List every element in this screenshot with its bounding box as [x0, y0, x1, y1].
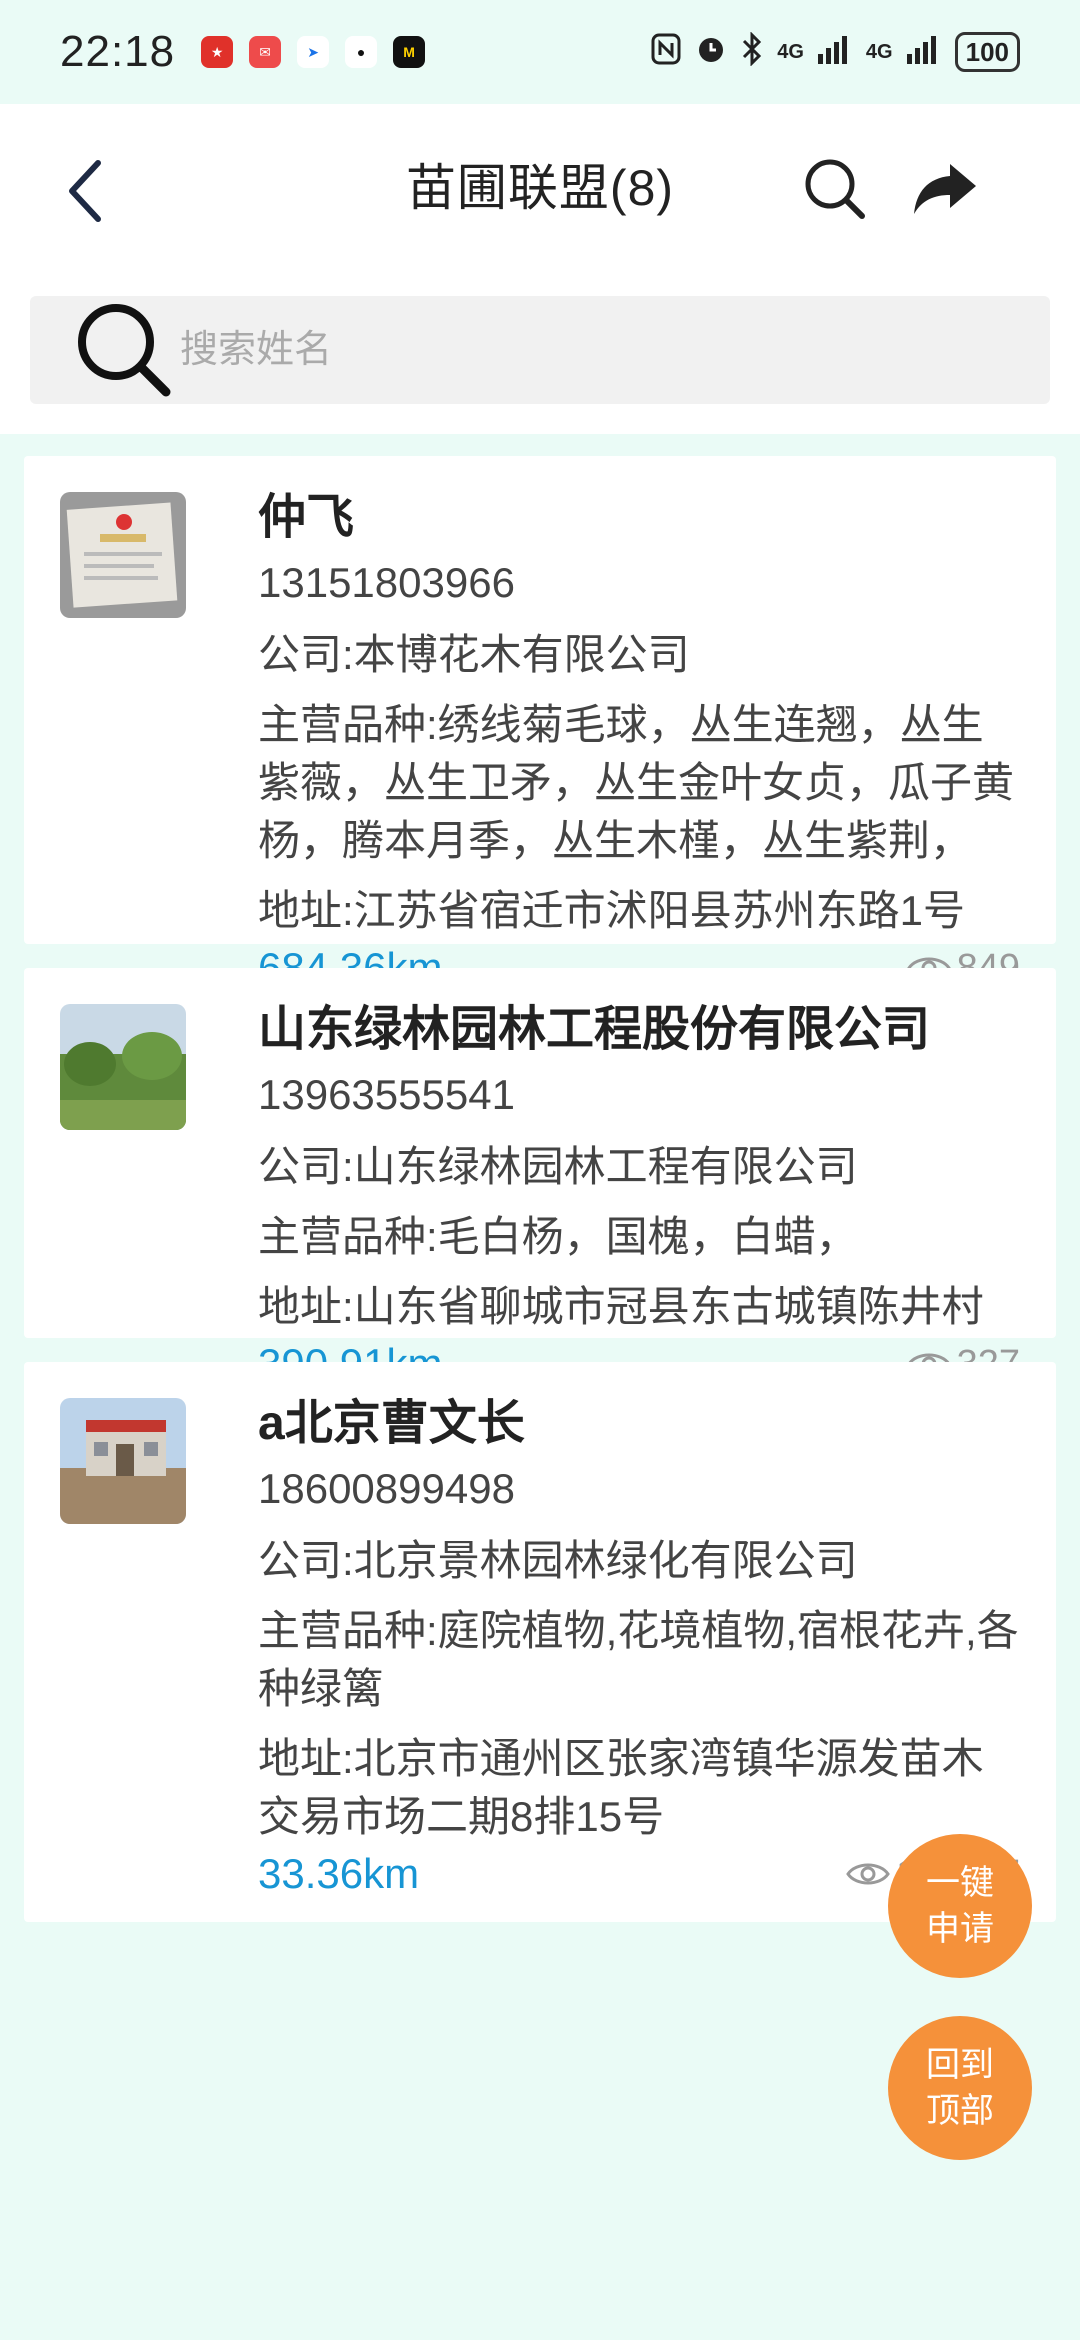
contact-name: 山东绿林园林工程股份有限公司 — [258, 1003, 931, 1056]
header: 苗圃联盟(8) — [0, 104, 1080, 434]
search-bar[interactable] — [30, 296, 1050, 404]
status-time: 22:18 — [60, 27, 176, 76]
search-icon — [805, 159, 865, 219]
list-item[interactable]: a北京曹文长 18600899498 公司:北京景林园林绿化有限公司 主营品种:… — [24, 1362, 1056, 1922]
battery-indicator: 100 — [954, 32, 1020, 72]
list-item[interactable]: 山东绿林园林工程股份有限公司 13963555541 公司:山东绿林园林工程有限… — [24, 968, 1056, 1387]
contact-name: a北京曹文长 — [258, 1397, 525, 1450]
mail-app-icon: ✉ — [249, 36, 282, 68]
main-varieties: 主营品种:庭院植物,花境植物,宿根花卉,各种绿篱 — [258, 1607, 1019, 1712]
company: 公司:山东绿林园林工程有限公司 — [258, 1143, 858, 1190]
contact-phone[interactable]: 18600899498 — [258, 1458, 1020, 1520]
apply-label-line1: 一键 — [926, 1864, 994, 1902]
distance: 33.36km — [258, 1850, 420, 1897]
address: 地址:山东省聊城市冠县东古城镇陈井村 — [258, 1283, 984, 1330]
main-varieties: 主营品种:绣线菊毛球，丛生连翘，丛生紫薇，丛生卫矛，丛生金叶女贞，瓜子黄杨，腾本… — [258, 701, 1015, 864]
eye-icon — [846, 1863, 890, 1885]
party-app-icon: ★ — [201, 36, 234, 68]
one-click-apply-button[interactable]: 一键 申请 — [888, 1834, 1032, 1978]
moji-weather-icon: M — [393, 36, 426, 68]
avatar — [60, 1398, 186, 1524]
qq-icon: ● — [345, 36, 378, 68]
list-item[interactable]: 仲飞 13151803966 公司:本博花木有限公司 主营品种:绣线菊毛球，丛生… — [24, 456, 1056, 991]
share-arrow-icon — [914, 164, 976, 214]
main-varieties: 主营品种:毛白杨，国槐，白蜡， — [258, 1213, 858, 1260]
notification-icons: ★ ✉ ➤ ● M — [201, 36, 426, 68]
address: 地址:北京市通州区张家湾镇华源发苗木交易市场二期8排15号 — [258, 1735, 984, 1840]
avatar — [60, 1004, 186, 1130]
company: 公司:北京景林园林绿化有限公司 — [258, 1537, 858, 1584]
contact-name: 仲飞 — [258, 491, 355, 544]
bluetooth-icon — [741, 30, 763, 73]
address: 地址:江苏省宿迁市沭阳县苏州东路1号 — [258, 887, 966, 934]
top-label-line1: 回到 — [926, 2046, 994, 2084]
status-right: 4G 4G 100 — [651, 30, 1020, 73]
avatar — [60, 492, 186, 618]
signal-icon-1 — [817, 34, 852, 71]
search-input[interactable] — [180, 310, 980, 390]
apply-label-line2: 申请 — [926, 1910, 994, 1948]
header-search-button[interactable] — [800, 154, 870, 224]
signal-icon-2 — [906, 34, 941, 71]
company: 公司:本博花木有限公司 — [258, 631, 690, 678]
top-label-line2: 顶部 — [926, 2092, 994, 2130]
bird-app-icon: ➤ — [297, 36, 330, 68]
nfc-icon — [651, 33, 681, 72]
alarm-icon — [695, 33, 727, 72]
nursery-list: 仲飞 13151803966 公司:本博花木有限公司 主营品种:绣线菊毛球，丛生… — [24, 456, 1056, 1946]
back-to-top-button[interactable]: 回到 顶部 — [888, 2016, 1032, 2160]
contact-phone[interactable]: 13151803966 — [258, 552, 1020, 614]
contact-phone[interactable]: 13963555541 — [258, 1064, 1020, 1126]
search-bar-icon — [70, 296, 180, 404]
share-button[interactable] — [910, 154, 980, 224]
network-label-2: 4G — [865, 40, 893, 63]
network-label-1: 4G — [777, 40, 804, 63]
status-bar: 22:18 ★ ✉ ➤ ● M 4G 4G 100 — [0, 0, 1080, 104]
magnifier-icon — [78, 304, 171, 397]
